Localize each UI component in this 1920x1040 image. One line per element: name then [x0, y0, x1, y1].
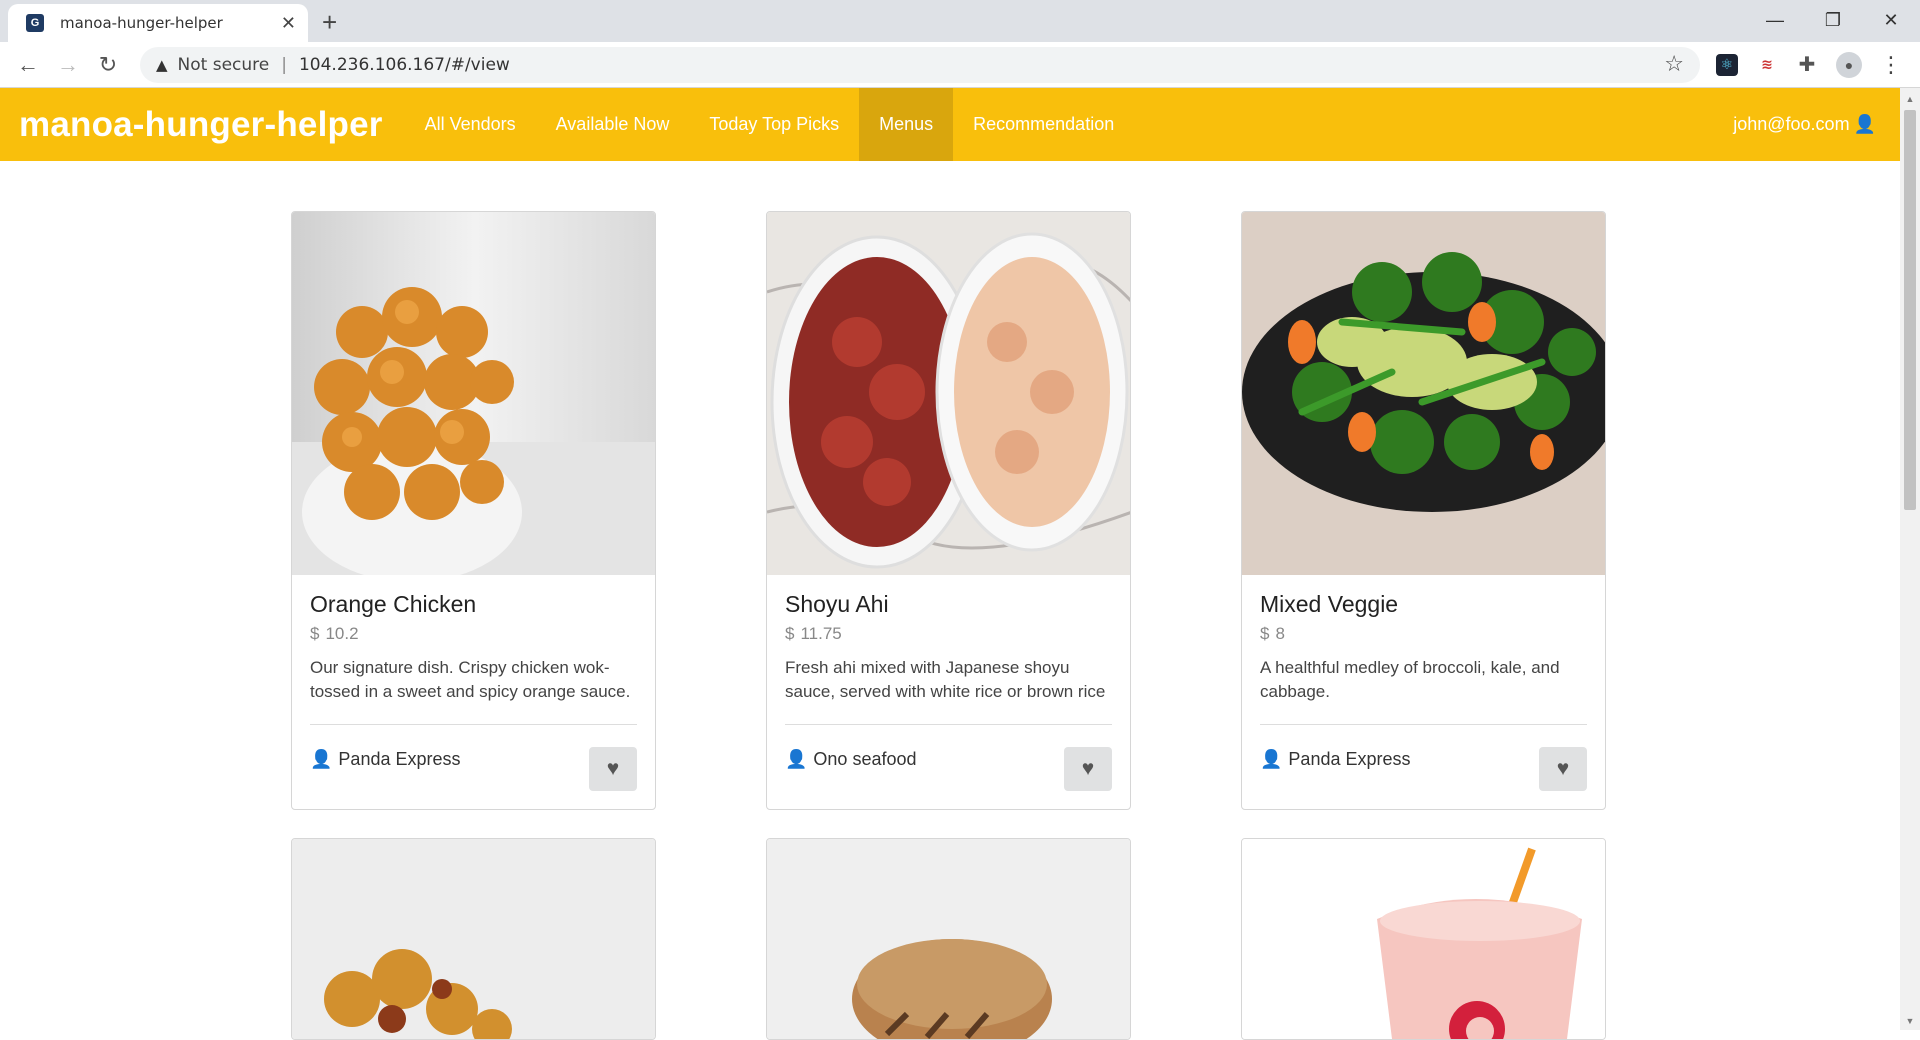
close-tab-icon[interactable]: ✕: [281, 13, 296, 34]
item-description: Our signature dish. Crispy chicken wok-t…: [310, 658, 631, 701]
favorite-button[interactable]: ♥: [1539, 747, 1587, 791]
item-price: $8: [1260, 624, 1587, 644]
user-email: john@foo.com: [1733, 114, 1850, 134]
extensions-puzzle-icon[interactable]: ✚: [1796, 54, 1818, 76]
food-image-fries: [292, 839, 655, 1039]
food-image-shoyu-ahi: [767, 212, 1130, 575]
menu-card: Shoyu Ahi $11.75 Fresh ahi mixed with Ja…: [766, 211, 1131, 810]
user-icon: 👤: [1853, 114, 1876, 134]
scroll-up-icon[interactable]: ▲: [1900, 90, 1920, 108]
item-name: Orange Chicken: [310, 591, 477, 617]
omnibox-separator: |: [281, 54, 287, 75]
menu-card: Mixed Veggie $8 A healthful medley of br…: [1241, 211, 1606, 810]
react-devtools-icon[interactable]: ⚛: [1716, 53, 1738, 76]
scroll-down-icon[interactable]: ▼: [1900, 1012, 1920, 1030]
heart-icon: ♥: [606, 757, 620, 780]
vendor-name: Panda Express: [1288, 748, 1411, 769]
favorite-button[interactable]: ♥: [589, 747, 637, 791]
window-close-icon[interactable]: ✕: [1862, 0, 1920, 40]
dollar-icon: $: [1260, 624, 1270, 643]
browser-tab[interactable]: G manoa-hunger-helper ✕: [8, 4, 308, 42]
new-tab-icon[interactable]: +: [322, 7, 337, 38]
price-value: 11.75: [800, 624, 842, 643]
bookmark-star-icon[interactable]: ☆: [1664, 52, 1684, 77]
menu-card: Orange Chicken $10.2 Our signature dish.…: [291, 211, 656, 810]
url-text[interactable]: 104.236.106.167/#/view: [299, 55, 1664, 75]
vendor-name: Panda Express: [338, 748, 461, 769]
browser-tabbar: G manoa-hunger-helper ✕ + — ❐ ✕: [0, 0, 1920, 42]
dollar-icon: $: [785, 624, 795, 643]
restore-icon[interactable]: ❐: [1804, 0, 1862, 40]
back-icon[interactable]: ←: [10, 47, 46, 83]
address-bar[interactable]: ▲ Not secure | 104.236.106.167/#/view ☆: [140, 46, 1700, 83]
minimize-icon[interactable]: —: [1746, 0, 1804, 40]
extension-icon[interactable]: ≋: [1756, 54, 1778, 76]
menu-card: [1241, 838, 1606, 1040]
item-description: Fresh ahi mixed with Japanese shoyu sauc…: [785, 658, 1106, 701]
person-icon: 👤: [310, 748, 333, 769]
scrollbar-thumb[interactable]: [1904, 110, 1916, 510]
nav-all-vendors[interactable]: All Vendors: [405, 88, 536, 161]
item-price: $11.75: [785, 624, 1112, 644]
warning-icon[interactable]: ▲: [156, 56, 168, 74]
dollar-icon: $: [310, 624, 320, 643]
nav-menus[interactable]: Menus: [859, 88, 954, 161]
person-icon: 👤: [785, 748, 808, 769]
item-description: A healthful medley of broccoli, kale, an…: [1260, 658, 1560, 701]
user-menu[interactable]: john@foo.com 👤: [1733, 114, 1876, 135]
person-icon: 👤: [1260, 748, 1283, 769]
vendor-label: 👤 Ono seafood: [785, 749, 917, 770]
menu-grid: Orange Chicken $10.2 Our signature dish.…: [291, 211, 1607, 1040]
item-price: $10.2: [310, 624, 637, 644]
price-value: 8: [1275, 624, 1285, 643]
reload-icon[interactable]: ↻: [90, 47, 126, 83]
menu-card: [291, 838, 656, 1040]
favorite-button[interactable]: ♥: [1064, 747, 1112, 791]
vendor-label: 👤 Panda Express: [310, 749, 461, 770]
price-value: 10.2: [325, 624, 359, 643]
nav-today-top-picks[interactable]: Today Top Picks: [689, 88, 859, 161]
food-image-orange-chicken: [292, 212, 655, 575]
tab-title: manoa-hunger-helper: [60, 14, 223, 32]
window-controls: — ❐ ✕: [1746, 0, 1920, 40]
menu-card: [766, 838, 1131, 1040]
profile-avatar-icon[interactable]: ●: [1836, 51, 1862, 78]
nav-recommendation[interactable]: Recommendation: [953, 88, 1134, 161]
vendor-name: Ono seafood: [813, 748, 917, 769]
food-image-mixed-veggie: [1242, 212, 1605, 575]
food-image-smoothie: [1242, 839, 1605, 1039]
forward-icon[interactable]: →: [50, 47, 86, 83]
address-toolbar: ← → ↻ ▲ Not secure | 104.236.106.167/#/v…: [0, 42, 1920, 88]
heart-icon: ♥: [1081, 757, 1095, 780]
browser-menu-icon[interactable]: ⋮: [1880, 52, 1902, 77]
item-name: Shoyu Ahi: [785, 591, 889, 617]
favicon-icon: G: [26, 14, 44, 32]
nav-available-now[interactable]: Available Now: [536, 88, 690, 161]
page-scrollbar[interactable]: ▲ ▼: [1900, 88, 1920, 1030]
security-label[interactable]: Not secure: [178, 55, 270, 75]
extension-icons: ⚛ ≋ ✚ ● ⋮: [1716, 51, 1902, 78]
app-navbar: manoa-hunger-helper All Vendors Availabl…: [0, 88, 1900, 161]
vendor-label: 👤 Panda Express: [1260, 749, 1411, 770]
food-image-sandwich: [767, 839, 1130, 1039]
brand-logo[interactable]: manoa-hunger-helper: [19, 105, 383, 145]
item-name: Mixed Veggie: [1260, 591, 1399, 617]
heart-icon: ♥: [1556, 757, 1570, 780]
